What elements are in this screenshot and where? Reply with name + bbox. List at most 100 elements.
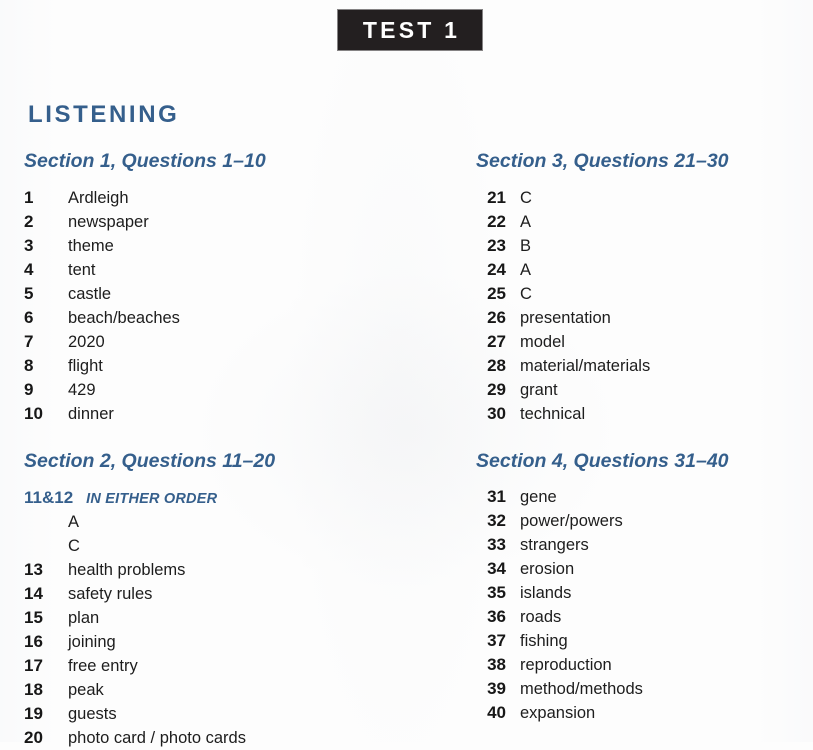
- answer-row: 32power/powers: [476, 509, 806, 533]
- answer-text: material/materials: [520, 354, 650, 378]
- answer-row: 9429: [24, 378, 424, 402]
- answer-number: 33: [476, 533, 520, 557]
- answer-number: 2: [24, 210, 68, 234]
- answer-option-text: A: [68, 510, 79, 534]
- answer-row: 6beach/beaches: [24, 306, 424, 330]
- answer-number: 28: [476, 354, 520, 378]
- answer-number: 22: [476, 210, 520, 234]
- answer-number: 19: [24, 702, 68, 726]
- answer-text: free entry: [68, 654, 138, 678]
- combined-question-note: 11&12IN EITHER ORDER: [24, 485, 424, 510]
- answer-option-text: C: [68, 534, 80, 558]
- answer-text: flight: [68, 354, 103, 378]
- answer-number: 10: [24, 402, 68, 426]
- answer-text: reproduction: [520, 653, 612, 677]
- answer-number: 38: [476, 653, 520, 677]
- answer-row: 39method/methods: [476, 677, 806, 701]
- answer-number: 3: [24, 234, 68, 258]
- answer-text: 2020: [68, 330, 105, 354]
- answer-number: 13: [24, 558, 68, 582]
- answer-text: islands: [520, 581, 571, 605]
- answer-text: model: [520, 330, 565, 354]
- answer-row: 20photo card / photo cards: [24, 726, 424, 750]
- answer-text: erosion: [520, 557, 574, 581]
- answer-row: 19guests: [24, 702, 424, 726]
- answer-number: 16: [24, 630, 68, 654]
- answer-number: 30: [476, 402, 520, 426]
- section-heading: Section 3, Questions 21–30: [476, 152, 806, 172]
- answer-number: 15: [24, 606, 68, 630]
- answer-row: 31gene: [476, 485, 806, 509]
- answer-number: 27: [476, 330, 520, 354]
- answer-row: 4tent: [24, 258, 424, 282]
- section-block: Section 4, Questions 31–40 31gene32power/…: [476, 452, 806, 726]
- answer-row: 33strangers: [476, 533, 806, 557]
- answer-number: 36: [476, 605, 520, 629]
- answer-number: 4: [24, 258, 68, 282]
- answer-row: 29grant: [476, 378, 806, 402]
- answer-number: 24: [476, 258, 520, 282]
- section-block: Section 3, Questions 21–3021C22A23B24A25…: [476, 152, 806, 426]
- answer-number: 32: [476, 509, 520, 533]
- test-banner-label: TEST 1: [360, 19, 460, 42]
- answer-row: 28material/materials: [476, 354, 806, 378]
- answer-text: presentation: [520, 306, 611, 330]
- answer-text: plan: [68, 606, 99, 630]
- answer-row: 40expansion: [476, 701, 806, 725]
- answer-row: 38reproduction: [476, 653, 806, 677]
- answer-text: grant: [520, 378, 558, 402]
- answer-number: 39: [476, 677, 520, 701]
- answer-text: fishing: [520, 629, 568, 653]
- answer-text: safety rules: [68, 582, 152, 606]
- answer-number: 17: [24, 654, 68, 678]
- section-heading: Section 4, Questions 31–40: [476, 452, 806, 472]
- answer-row: 37fishing: [476, 629, 806, 653]
- answer-text: photo card / photo cards: [68, 726, 246, 750]
- answer-row: 21C: [476, 186, 806, 210]
- answer-number: 18: [24, 678, 68, 702]
- answer-text: newspaper: [68, 210, 149, 234]
- test-banner: TEST 1: [338, 10, 482, 50]
- answer-row: 18peak: [24, 678, 424, 702]
- answer-text: beach/beaches: [68, 306, 180, 330]
- answer-row: 27model: [476, 330, 806, 354]
- answer-number: 23: [476, 234, 520, 258]
- answer-row: 26presentation: [476, 306, 806, 330]
- answer-number: 31: [476, 485, 520, 509]
- answer-number: 20: [24, 726, 68, 750]
- answer-row: 14safety rules: [24, 582, 424, 606]
- answer-row: 16joining: [24, 630, 424, 654]
- answer-number: 40: [476, 701, 520, 725]
- answer-option-row: 00A: [24, 510, 424, 534]
- answer-row: 30technical: [476, 402, 806, 426]
- section-heading: Section 1, Questions 1–10: [24, 152, 424, 172]
- answer-text: theme: [68, 234, 114, 258]
- answer-row: 8flight: [24, 354, 424, 378]
- answer-number: 21: [476, 186, 520, 210]
- answer-row: 36roads: [476, 605, 806, 629]
- answer-text: Ardleigh: [68, 186, 129, 210]
- answer-row: 3theme: [24, 234, 424, 258]
- answer-text: technical: [520, 402, 585, 426]
- combined-question-number: 11&12: [24, 485, 73, 510]
- answer-row: 1Ardleigh: [24, 186, 424, 210]
- answer-text: strangers: [520, 533, 589, 557]
- answer-row: 2newspaper: [24, 210, 424, 234]
- answer-number: 35: [476, 581, 520, 605]
- answer-text: tent: [68, 258, 96, 282]
- answer-number: 5: [24, 282, 68, 306]
- answer-row: 10dinner: [24, 402, 424, 426]
- answer-text: health problems: [68, 558, 185, 582]
- answer-row: 24A: [476, 258, 806, 282]
- answer-text: 429: [68, 378, 96, 402]
- answers-column-left: Section 1, Questions 1–10 1Ardleigh2newsp…: [24, 152, 424, 750]
- answer-number: 1: [24, 186, 68, 210]
- answer-number: 29: [476, 378, 520, 402]
- answer-text: C: [520, 282, 532, 306]
- answer-text: roads: [520, 605, 561, 629]
- answer-number: 9: [24, 378, 68, 402]
- answer-text: castle: [68, 282, 111, 306]
- answers-column-right: Section 3, Questions 21–3021C22A23B24A25…: [476, 152, 806, 725]
- answer-text: guests: [68, 702, 117, 726]
- answer-row: 34erosion: [476, 557, 806, 581]
